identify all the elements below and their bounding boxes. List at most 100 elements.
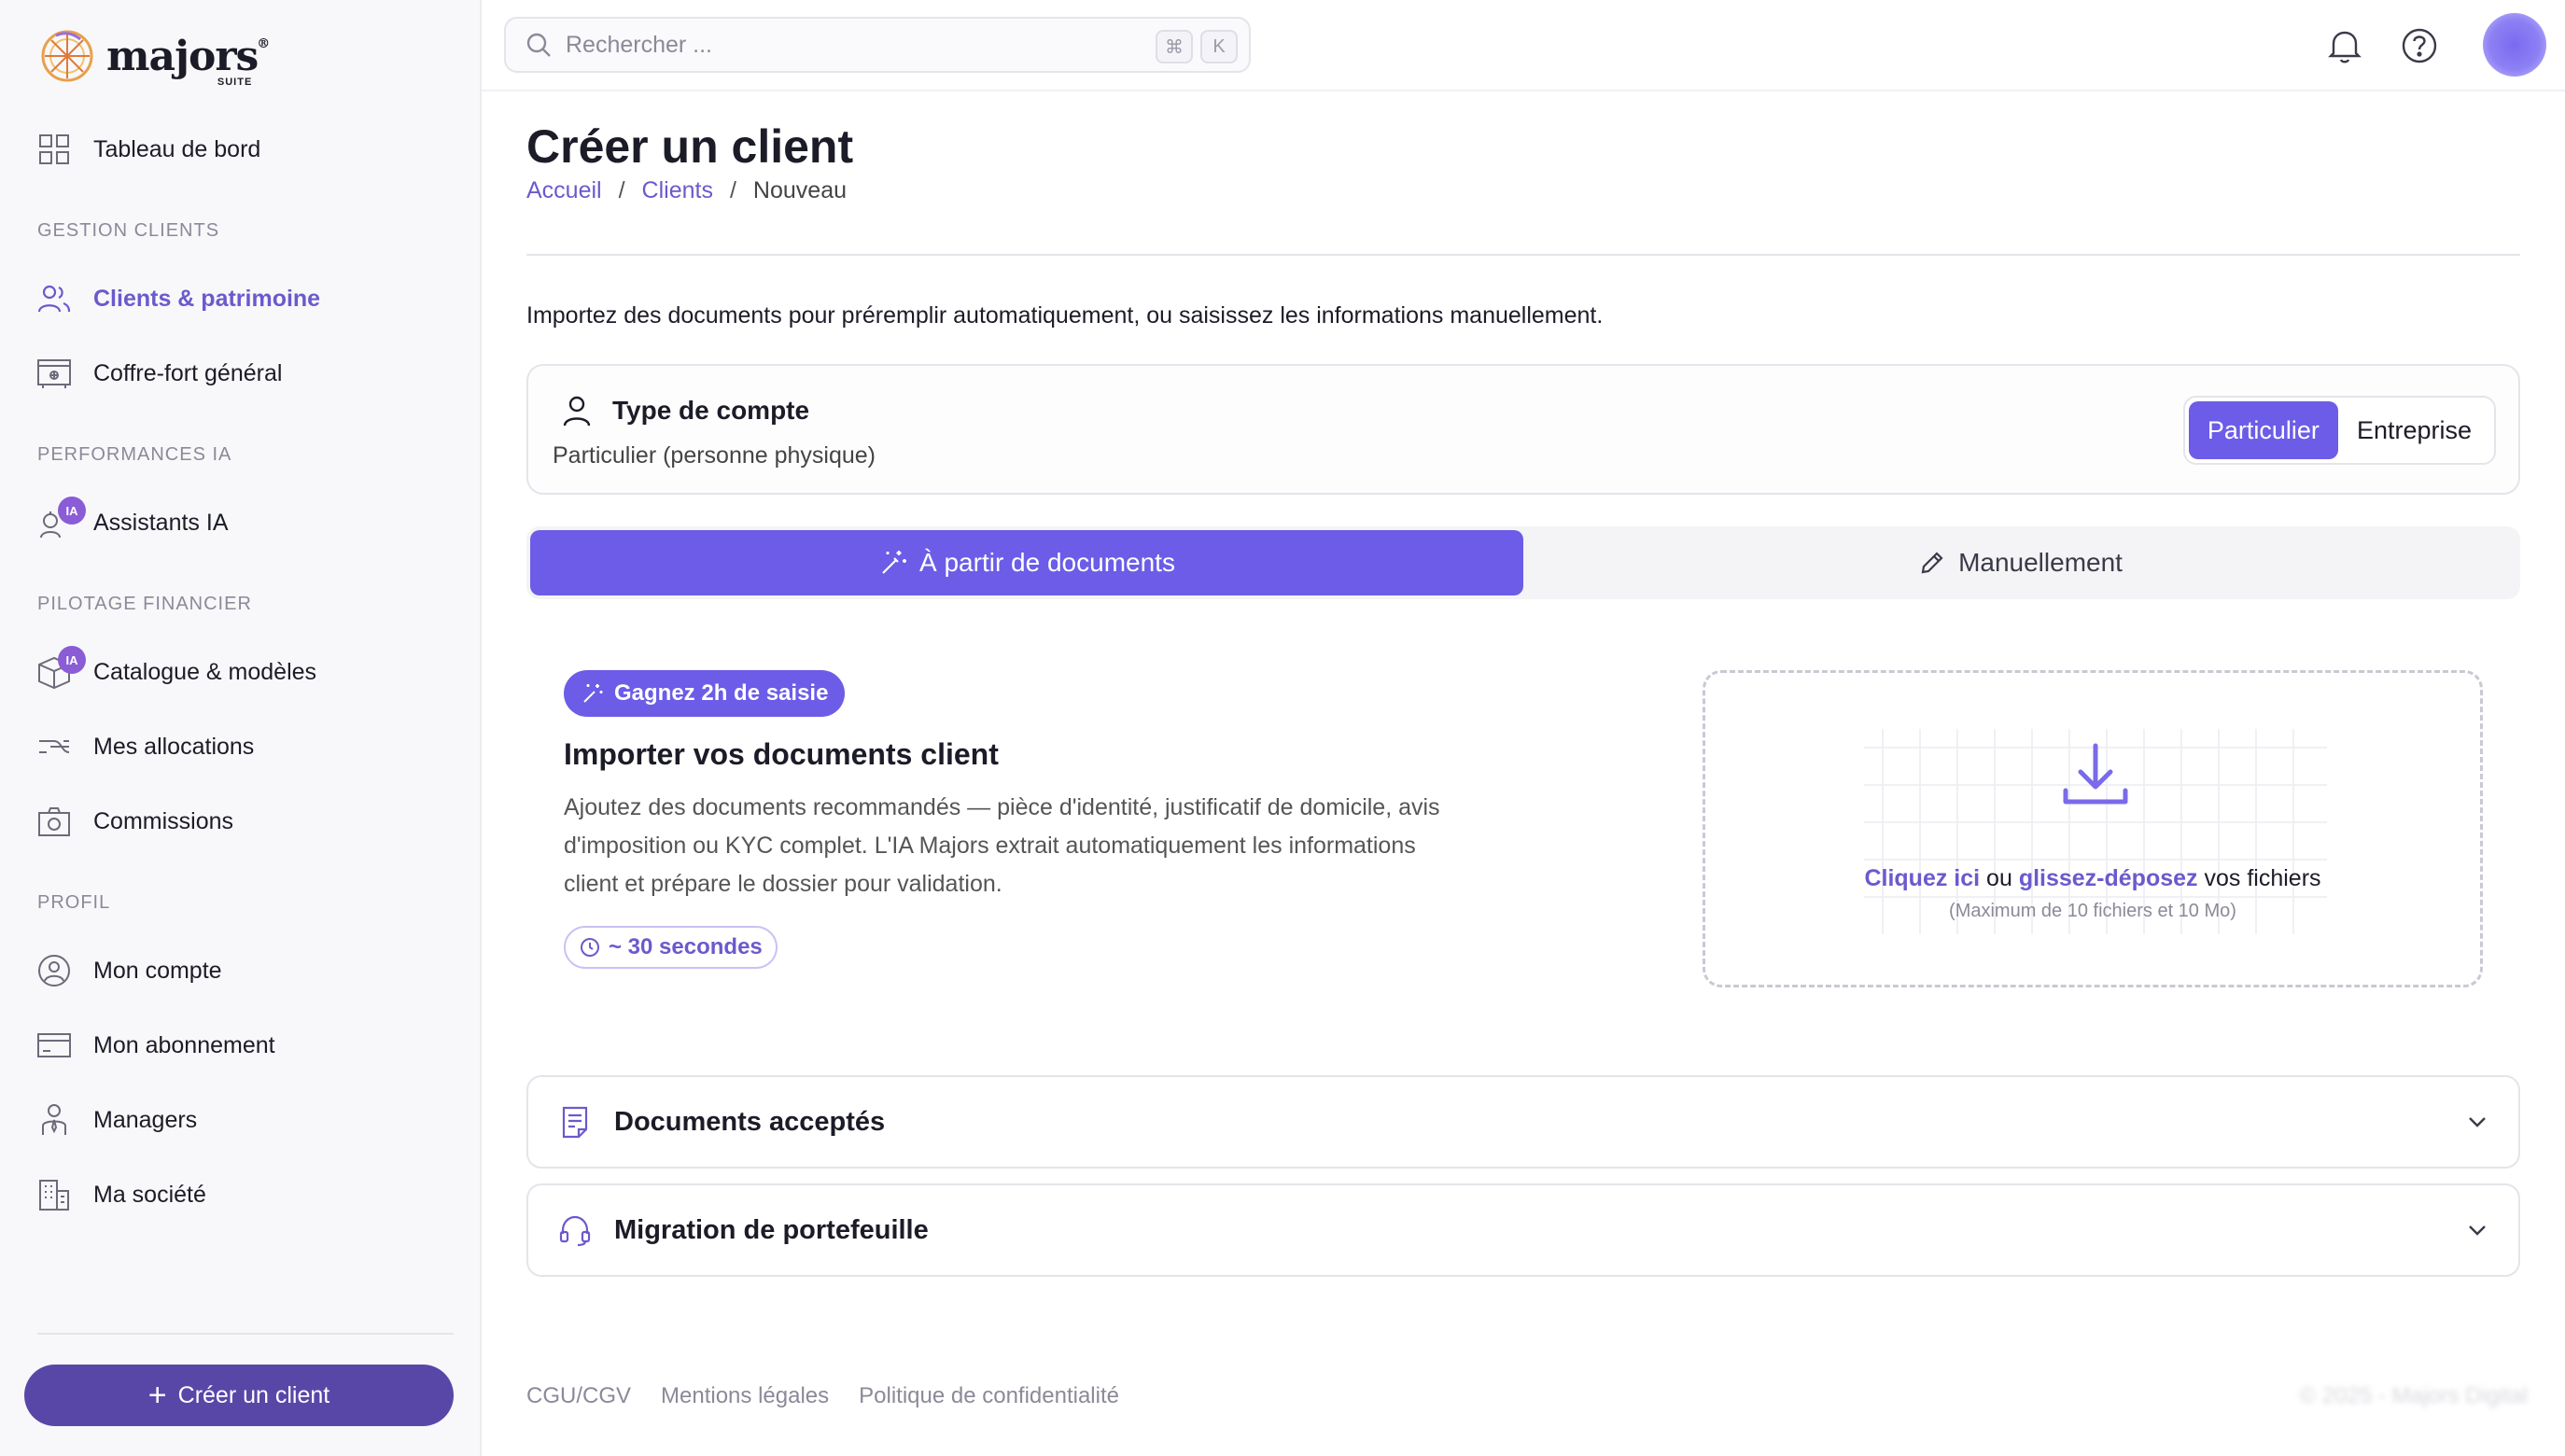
sidebar-item-label: Tableau de bord xyxy=(93,135,261,162)
commissions-camera-icon xyxy=(38,807,70,836)
footer-copyright: © 2025 - Majors Digital xyxy=(2299,1383,2528,1408)
bell-icon[interactable] xyxy=(2324,25,2365,66)
sidebar-item-catalogue[interactable]: IA Catalogue & modèles xyxy=(26,642,456,702)
logo-emblem-icon xyxy=(41,30,93,82)
building-icon xyxy=(39,1180,69,1211)
accordion-portfolio-migration-label: Migration de portefeuille xyxy=(614,1214,929,1245)
breadcrumb-clients-link[interactable]: Clients xyxy=(642,177,713,204)
dropzone-files-text: vos fichiers xyxy=(2197,865,2321,891)
magic-wand-icon xyxy=(882,551,907,574)
sidebar-item-commissions[interactable]: Commissions xyxy=(26,791,456,851)
breadcrumb-current: Nouveau xyxy=(752,177,847,203)
create-client-label: Créer un client xyxy=(177,1381,330,1408)
sidebar-item-label: Assistants IA xyxy=(93,509,229,536)
account-type-title: Type de compte xyxy=(612,396,810,425)
breadcrumb: Accueil / Clients / Nouveau xyxy=(526,177,847,204)
accordion-accepted-documents[interactable]: Documents acceptés xyxy=(526,1075,2520,1169)
brand-logo[interactable]: majors ® SUITE xyxy=(37,22,270,90)
import-description: Ajoutez des documents recommandés — pièc… xyxy=(564,794,1440,897)
assistant-icon-wrap: IA xyxy=(35,497,86,541)
sidebar-item-managers[interactable]: Managers xyxy=(26,1090,456,1150)
clock-icon xyxy=(581,938,599,957)
time-saving-label: Gagnez 2h de saisie xyxy=(614,680,829,706)
duration-label: ~ 30 secondes xyxy=(609,934,763,959)
brand-reg: ® xyxy=(257,35,270,51)
sidebar-item-clients-patrimoine[interactable]: Clients & patrimoine xyxy=(26,269,456,329)
kbd-k-key: K xyxy=(1200,30,1238,63)
sidebar-item-abonnement[interactable]: Mon abonnement xyxy=(26,1015,456,1075)
footer-mentions-link[interactable]: Mentions légales xyxy=(661,1383,829,1409)
breadcrumb-home-link[interactable]: Accueil xyxy=(526,177,602,204)
dropzone-instructions: Cliquez ici ou glissez-déposez vos fichi… xyxy=(1705,865,2480,892)
user-avatar[interactable] xyxy=(2483,13,2546,77)
search-input[interactable] xyxy=(566,31,1088,59)
top-bar: ⌘ K xyxy=(482,0,2565,91)
ia-badge: IA xyxy=(58,646,86,674)
sidebar-item-label: Ma société xyxy=(93,1181,206,1208)
plus-icon: + xyxy=(147,1378,167,1413)
page-title: Créer un client xyxy=(526,120,854,173)
sidebar-item-coffre-fort[interactable]: Coffre-fort général xyxy=(26,343,456,403)
account-type-entreprise[interactable]: Entreprise xyxy=(2338,401,2490,459)
sidebar-item-mon-compte[interactable]: Mon compte xyxy=(26,941,456,1001)
create-client-button[interactable]: + Créer un client xyxy=(24,1365,454,1426)
help-icon[interactable] xyxy=(2399,25,2440,66)
kbd-command-key: ⌘ xyxy=(1156,30,1193,63)
allocation-flow-icon xyxy=(39,740,70,753)
section-gestion-clients: GESTION CLIENTS xyxy=(37,220,220,241)
tab-manual-label: Manuellement xyxy=(1958,548,2123,577)
section-pilotage-financier: PILOTAGE FINANCIER xyxy=(37,594,252,614)
dropzone-drag-link[interactable]: glissez-déposez xyxy=(2019,865,2198,891)
brand-name: majors xyxy=(106,32,259,80)
sidebar-item-allocations[interactable]: Mes allocations xyxy=(26,717,456,777)
sidebar-item-assistants-ia[interactable]: IA Assistants IA xyxy=(26,493,456,553)
sparkle-wand-icon xyxy=(583,684,603,703)
sidebar-item-societe[interactable]: Ma société xyxy=(26,1165,456,1225)
sidebar-item-label: Mon compte xyxy=(93,957,222,984)
users-icon xyxy=(37,285,71,313)
search-box[interactable]: ⌘ K xyxy=(504,17,1251,73)
tab-from-documents[interactable]: À partir de documents xyxy=(530,530,1523,595)
account-type-toggle: Particulier Entreprise xyxy=(2182,396,2496,465)
dropzone-limit-hint: (Maximum de 10 fichiers et 10 Mo) xyxy=(1949,901,2236,921)
tab-from-documents-label: À partir de documents xyxy=(919,548,1175,577)
download-tray-icon xyxy=(2063,743,2128,805)
chevron-down-icon xyxy=(2469,1117,2486,1127)
account-type-particulier[interactable]: Particulier xyxy=(2188,401,2338,459)
safe-vault-icon xyxy=(37,359,71,388)
footer-privacy-link[interactable]: Politique de confidentialité xyxy=(859,1383,1119,1409)
entry-mode-tabs: À partir de documents Manuellement xyxy=(526,526,2520,599)
main-content: Créer un client Accueil / Clients / Nouv… xyxy=(482,91,2565,1456)
section-profil: PROFIL xyxy=(37,892,111,913)
sidebar-item-dashboard[interactable]: Tableau de bord xyxy=(26,119,456,179)
duration-badge: ~ 30 secondes xyxy=(564,926,778,969)
manager-icon xyxy=(42,1104,66,1135)
import-info: Gagnez 2h de saisie Importer vos documen… xyxy=(564,670,1451,969)
account-type-subtitle: Particulier (personne physique) xyxy=(553,442,876,469)
document-list-icon xyxy=(562,1106,588,1139)
sidebar-item-label: Mes allocations xyxy=(93,733,255,760)
accordion-portfolio-migration[interactable]: Migration de portefeuille xyxy=(526,1183,2520,1277)
sidebar-item-label: Commissions xyxy=(93,807,234,834)
section-performances-ia: PERFORMANCES IA xyxy=(37,444,232,465)
dropzone-or-text: ou xyxy=(1980,865,2019,891)
sidebar: majors ® SUITE Tableau de bord GESTION C… xyxy=(0,0,482,1456)
chevron-down-icon xyxy=(2469,1225,2486,1236)
search-icon xyxy=(526,33,551,57)
tab-manual[interactable]: Manuellement xyxy=(1523,530,2516,595)
footer-cgu-link[interactable]: CGU/CGV xyxy=(526,1383,631,1409)
sidebar-item-label: Managers xyxy=(93,1106,198,1133)
breadcrumb-separator: / xyxy=(729,177,736,203)
accordion-accepted-documents-label: Documents acceptés xyxy=(614,1106,886,1137)
header-divider xyxy=(526,254,2520,256)
headset-icon xyxy=(559,1215,591,1247)
footer-links: CGU/CGV Mentions légales Politique de co… xyxy=(526,1383,1149,1409)
dropzone-click-link[interactable]: Cliquez ici xyxy=(1864,865,1980,891)
credit-card-icon xyxy=(37,1033,71,1057)
file-dropzone[interactable]: Cliquez ici ou glissez-déposez vos fichi… xyxy=(1703,670,2483,987)
sidebar-item-label: Catalogue & modèles xyxy=(93,658,317,685)
pencil-icon xyxy=(1921,552,1943,574)
user-icon xyxy=(563,396,591,427)
time-saving-badge: Gagnez 2h de saisie xyxy=(564,670,846,717)
catalogue-icon-wrap: IA xyxy=(35,646,86,691)
